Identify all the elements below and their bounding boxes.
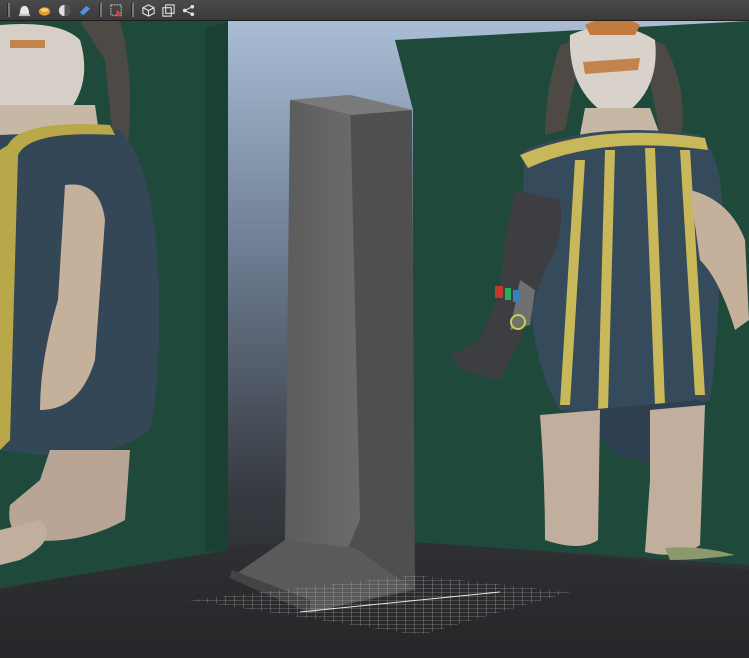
toolbar-separator [7, 3, 10, 17]
left-wall-edge [205, 22, 228, 552]
smooth-shade-icon[interactable] [16, 2, 33, 19]
textured-shade-icon[interactable] [36, 2, 53, 19]
isolate-view-icon[interactable] [160, 2, 177, 19]
toolbar-separator [131, 3, 134, 17]
shadows-icon[interactable] [76, 2, 93, 19]
toolbar-separator [99, 3, 102, 17]
3d-viewport[interactable] [0, 21, 749, 658]
xray-select-icon[interactable] [108, 2, 125, 19]
lighting-icon[interactable] [56, 2, 73, 19]
viewport-toolbar [0, 0, 749, 21]
camera-cube-icon[interactable] [140, 2, 157, 19]
node-graph-icon[interactable] [180, 2, 197, 19]
